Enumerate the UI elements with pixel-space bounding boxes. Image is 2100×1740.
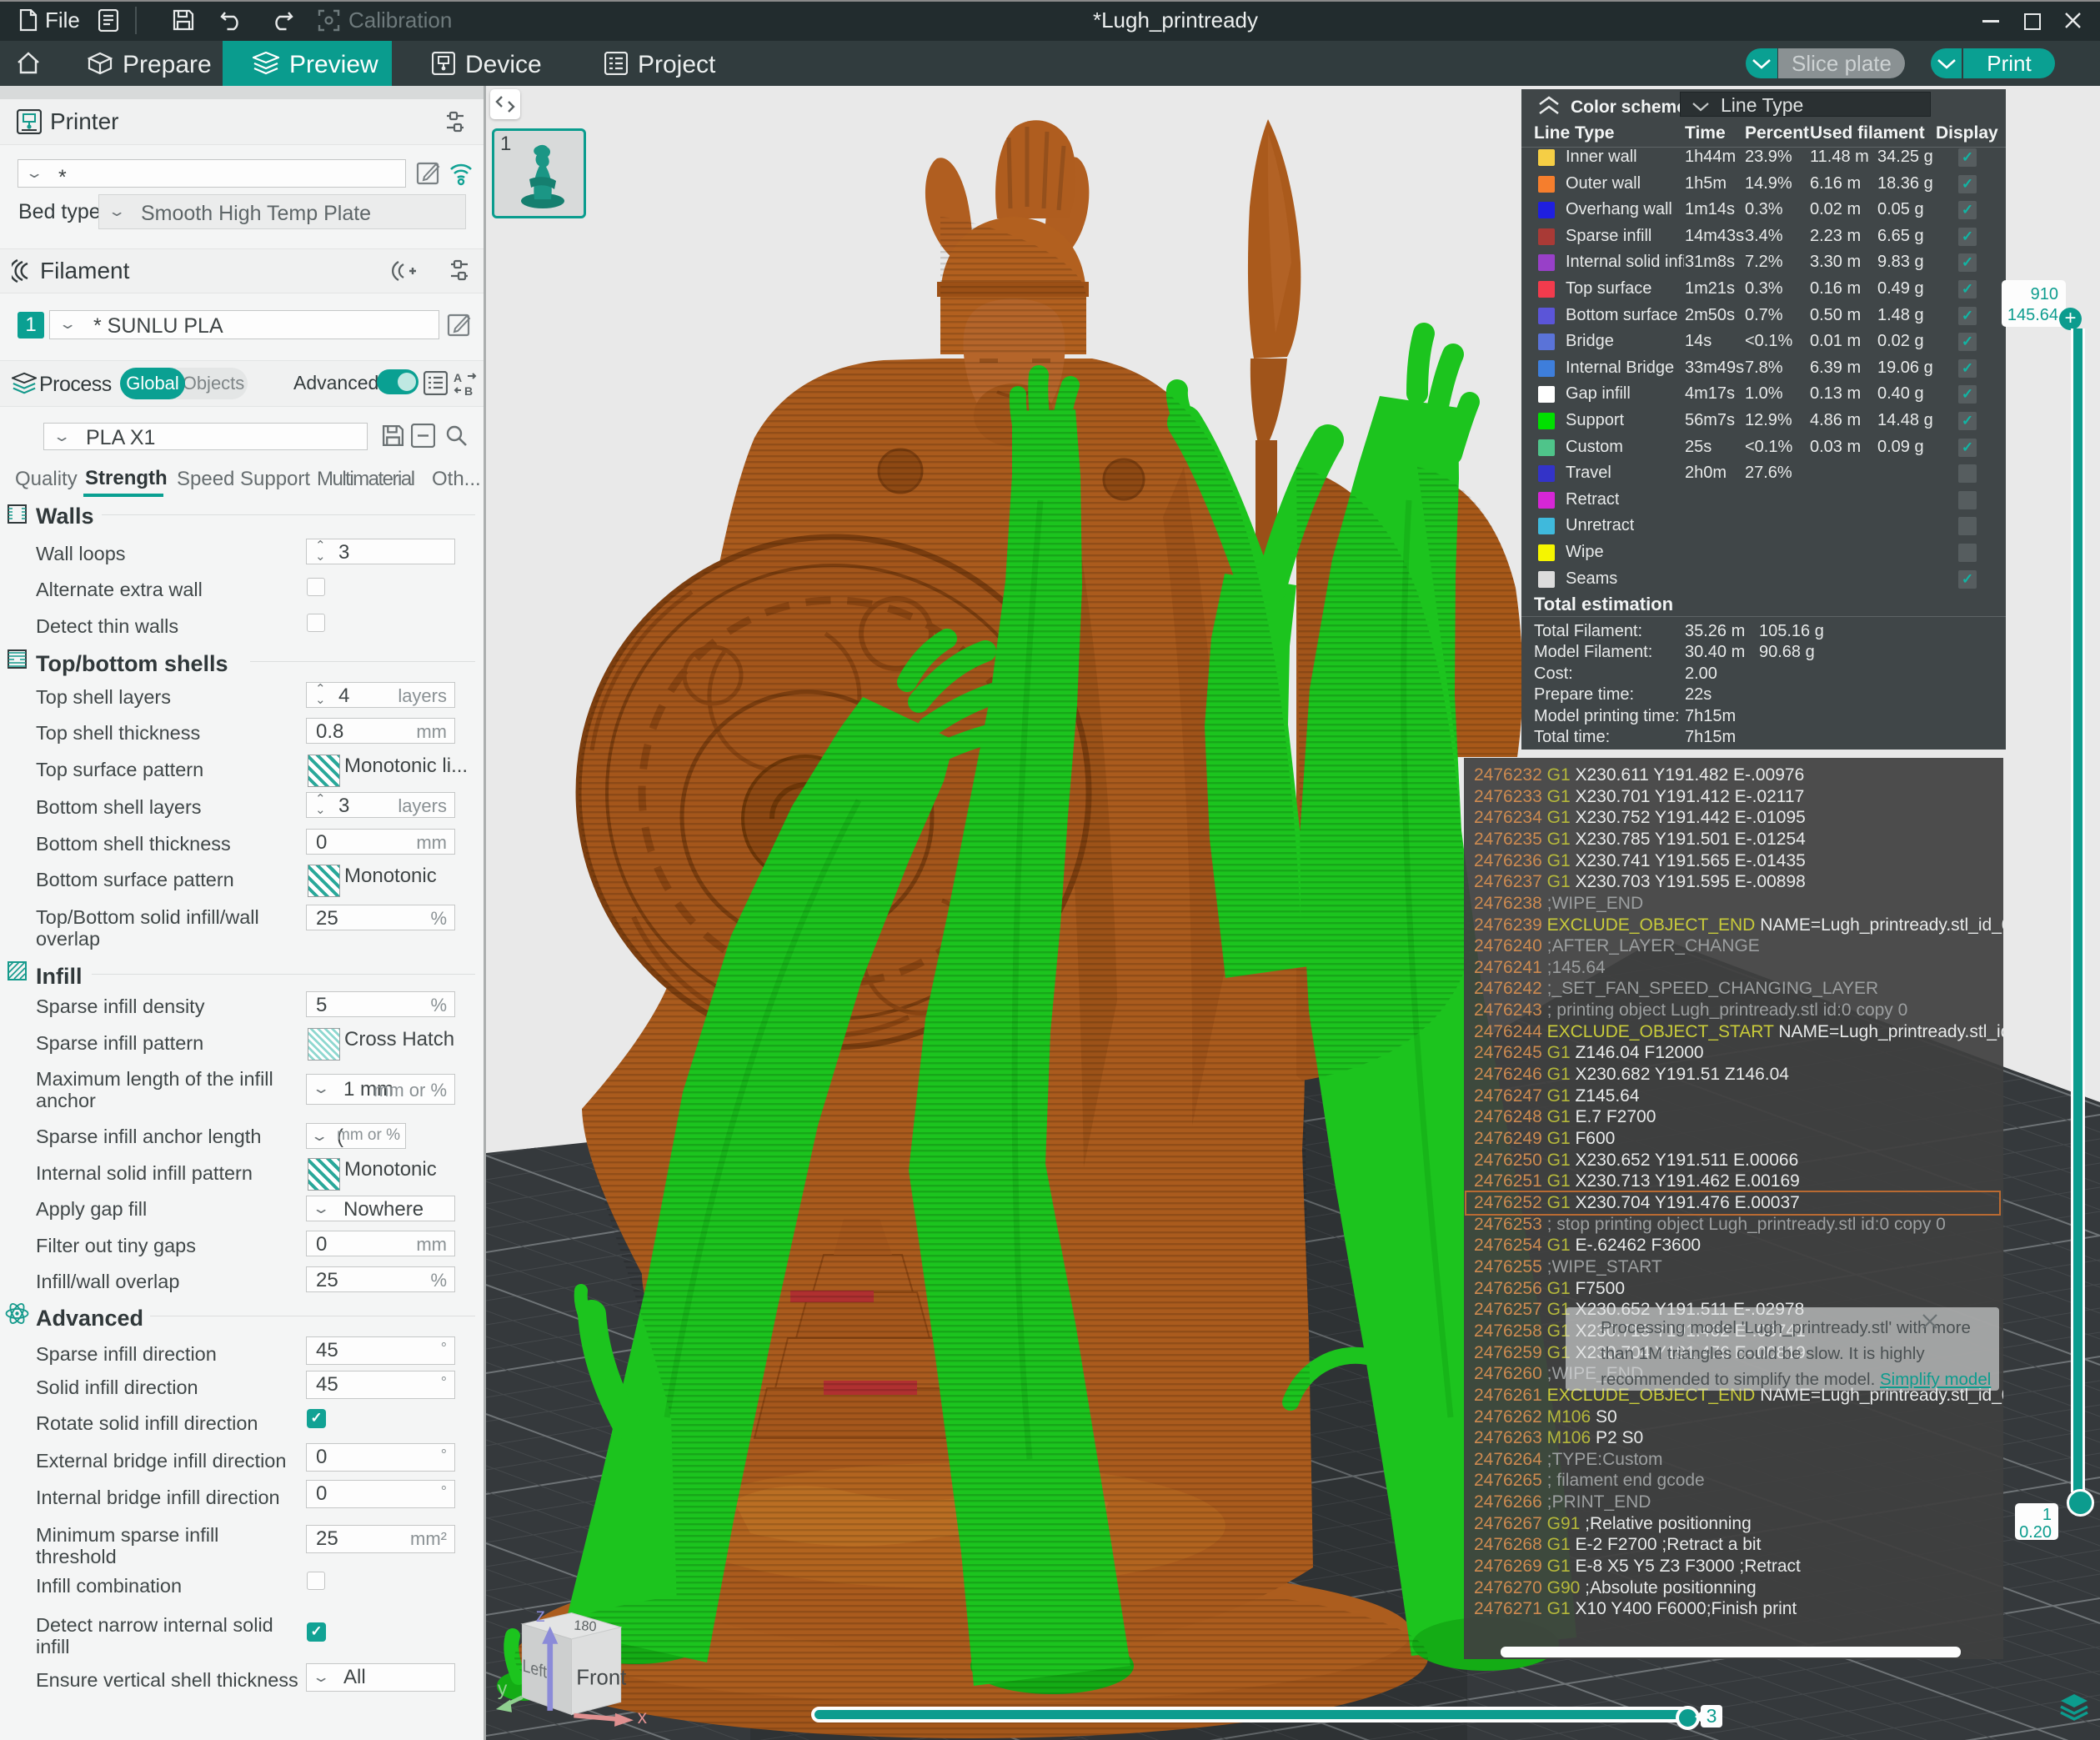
svg-text:B: B xyxy=(464,384,473,396)
svg-text:y: y xyxy=(498,1677,508,1699)
svg-text:z: z xyxy=(536,1604,545,1626)
svg-text:x: x xyxy=(638,1706,648,1727)
svg-text:A: A xyxy=(454,371,462,384)
svg-text:180: 180 xyxy=(574,1618,597,1635)
svg-text:Front: Front xyxy=(576,1666,626,1689)
